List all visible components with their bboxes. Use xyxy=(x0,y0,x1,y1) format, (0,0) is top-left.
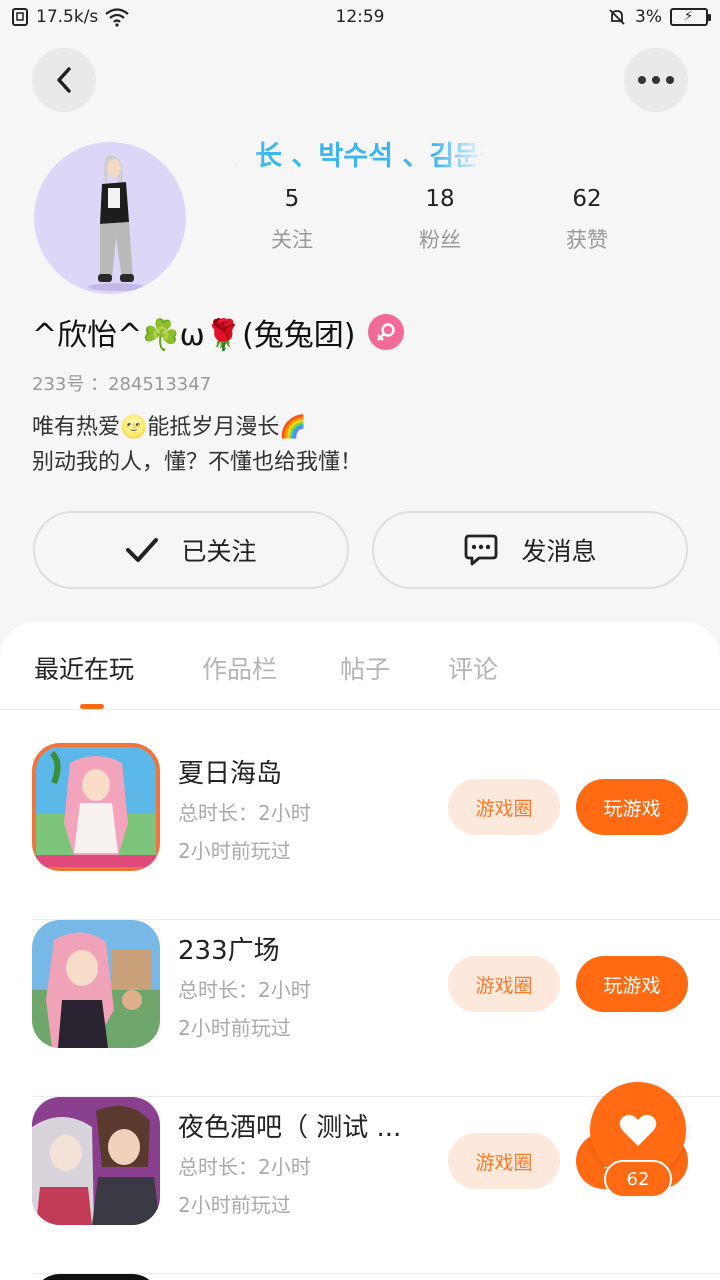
tab-posts[interactable]: 帖子 xyxy=(340,650,390,686)
game-circle-button[interactable]: 游戏圈 xyxy=(448,956,560,1012)
send-message-label: 发消息 xyxy=(521,537,597,566)
game-circle-button[interactable]: 游戏圈 xyxy=(448,779,560,835)
tab-comments[interactable]: 评论 xyxy=(448,650,498,686)
game-circle-button[interactable]: 游戏圈 xyxy=(448,1133,560,1189)
stat-following-value: 5 xyxy=(284,186,300,212)
more-options-button[interactable] xyxy=(624,48,688,112)
avatar-character-image xyxy=(88,155,144,291)
game-last-played: 2小时前玩过 xyxy=(178,1193,291,1217)
stat-likes-value: 62 xyxy=(572,186,602,212)
game-title: 夜色酒吧（ 测试 ... xyxy=(178,1113,402,1143)
play-game-button[interactable]: 玩游戏 xyxy=(576,956,688,1012)
bio-line-1: 唯有热爱🌝能抵岁月漫长🌈 xyxy=(32,415,307,440)
game-icon-summer-island[interactable] xyxy=(32,743,160,871)
nickname-row: ^欣怡^☘️ω🌹(兔兔团) xyxy=(32,310,404,354)
stat-likes-label: 获赞 xyxy=(566,228,608,252)
status-bar: 17.5k/s 12:59 3% ⚡ xyxy=(0,0,720,36)
chat-bubble-icon xyxy=(465,534,498,566)
user-id: 233号 ：284513347 xyxy=(32,374,212,395)
battery-icon: ⚡ xyxy=(670,8,711,26)
followed-button[interactable]: 已关注 xyxy=(33,511,349,589)
stat-following[interactable]: 5 关注 xyxy=(232,186,352,254)
game-icon-partial[interactable] xyxy=(32,1274,160,1280)
stat-fans-value: 18 xyxy=(425,186,455,212)
game-row[interactable]: 233广场 总时长：2小时 2小时前玩过 游戏圈 玩游戏 xyxy=(0,920,720,1097)
female-gender-icon xyxy=(367,314,404,350)
game-duration: 总时长：2小时 xyxy=(178,801,311,825)
game-last-played: 2小时前玩过 xyxy=(178,839,291,863)
bio-line-2: 别动我的人，懂？不懂也给我懂！ xyxy=(32,450,363,475)
stat-fans[interactable]: 18 粉丝 xyxy=(380,186,500,254)
play-game-button[interactable]: 玩游戏 xyxy=(576,779,688,835)
nickname: ^欣怡^☘️ω🌹(兔兔团) xyxy=(32,318,356,353)
checkmark-icon xyxy=(126,538,159,562)
bio: 唯有热爱🌝能抵岁月漫长🌈 别动我的人，懂？不懂也给我懂！ xyxy=(32,410,362,480)
game-icon-233-plaza[interactable] xyxy=(32,920,160,1048)
like-count: 62 xyxy=(604,1160,672,1198)
stat-likes[interactable]: 62 获赞 xyxy=(527,186,647,254)
more-dots-icon xyxy=(638,76,674,84)
send-message-button[interactable]: 发消息 xyxy=(372,511,688,589)
chevron-left-icon xyxy=(57,67,71,93)
tab-bar: 最近在玩 作品栏 帖子 评论 xyxy=(0,622,720,710)
tab-recently-played[interactable]: 最近在玩 xyxy=(34,650,134,686)
tab-works[interactable]: 作品栏 xyxy=(202,650,277,686)
game-row[interactable]: 夏日海岛 总时长：2小时 2小时前玩过 游戏圈 玩游戏 xyxy=(0,743,720,920)
avatar[interactable] xyxy=(34,142,186,294)
mute-bell-icon xyxy=(609,9,625,25)
followed-label: 已关注 xyxy=(181,537,257,566)
stat-fans-label: 粉丝 xyxy=(419,228,461,252)
active-tab-indicator xyxy=(80,704,104,709)
game-last-played: 2小时前玩过 xyxy=(178,1016,291,1040)
stat-following-label: 关注 xyxy=(271,228,313,252)
game-title: 夏日海岛 xyxy=(178,759,283,789)
battery-percent: 3% xyxy=(635,7,662,27)
game-duration: 总时长：2小时 xyxy=(178,978,311,1002)
honor-titles-text: 、长 、박수석 、김문철 xyxy=(234,141,484,172)
game-duration: 总时长：2小时 xyxy=(178,1155,311,1179)
game-title: 233广场 xyxy=(178,936,280,966)
heart-icon xyxy=(619,1114,657,1146)
status-right: 3% ⚡ xyxy=(607,7,711,27)
game-icon-night-bar[interactable] xyxy=(32,1097,160,1225)
honor-titles-marquee: 、长 、박수석 、김문철 xyxy=(234,134,484,174)
back-button[interactable] xyxy=(32,48,96,112)
